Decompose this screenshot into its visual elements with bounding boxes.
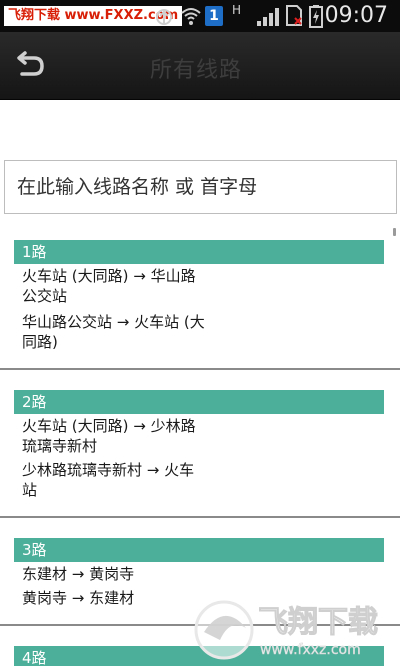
scrollbar-thumb[interactable] xyxy=(393,228,396,236)
route-header-2[interactable]: 2路 xyxy=(14,390,384,414)
watermark-brand: 飞翔下载 xyxy=(8,8,61,23)
route-name: 2路 xyxy=(22,393,47,411)
route-2-direction-2[interactable]: 少林路琉璃寺新村 → 火车 站 xyxy=(22,460,232,500)
page-title: 所有线路 xyxy=(150,58,243,83)
signal-icon xyxy=(257,8,279,26)
sim-badge-number: 1 xyxy=(209,8,219,24)
direction-text: 站 xyxy=(22,481,38,499)
route-2-direction-1[interactable]: 火车站 (大同路) → 少林路 琉璃寺新村 xyxy=(22,416,232,456)
direction-text: 火车站 (大同路) → 少林路 xyxy=(22,417,196,435)
status-bar: 飞翔下载 www.FXXZ.com 1 H 09:07 xyxy=(0,0,400,32)
route-name: 4路 xyxy=(22,649,47,666)
direction-text: 同路) xyxy=(22,333,58,351)
direction-text: 公交站 xyxy=(22,287,68,305)
direction-text: 华山路公交站 → 火车站 (大 xyxy=(22,313,205,331)
route-divider xyxy=(0,368,400,370)
search-box[interactable] xyxy=(4,160,397,214)
action-bar: 所有线路 xyxy=(0,32,400,100)
usb-icon xyxy=(156,9,172,25)
direction-text: 东建材 → 黄岗寺 xyxy=(22,565,135,583)
watermark-logo-url: www.fxxz.com xyxy=(260,642,361,658)
search-input[interactable] xyxy=(5,161,396,213)
sim-badge-icon: 1 xyxy=(205,6,223,26)
direction-text: 琉璃寺新村 xyxy=(22,437,98,455)
network-type-label: H xyxy=(232,3,242,17)
route-name: 3路 xyxy=(22,541,47,559)
route-header-3[interactable]: 3路 xyxy=(14,538,384,562)
route-name: 1路 xyxy=(22,243,47,261)
no-sim-icon xyxy=(286,5,302,26)
route-1-direction-2[interactable]: 华山路公交站 → 火车站 (大 同路) xyxy=(22,312,232,352)
direction-text: 少林路琉璃寺新村 → 火车 xyxy=(22,461,195,479)
route-divider xyxy=(0,516,400,518)
watermark-logo: 飞翔下载 www.fxxz.com xyxy=(194,600,379,660)
battery-charging-icon xyxy=(309,5,323,28)
route-3-direction-1[interactable]: 东建材 → 黄岗寺 xyxy=(22,564,232,584)
wifi-icon xyxy=(181,8,201,25)
route-1-direction-1[interactable]: 火车站 (大同路) → 华山路 公交站 xyxy=(22,266,232,306)
direction-text: 火车站 (大同路) → 华山路 xyxy=(22,267,196,285)
back-icon[interactable] xyxy=(12,50,48,82)
watermark-logo-brand: 飞翔下载 xyxy=(258,605,378,640)
clock: 09:07 xyxy=(324,3,388,28)
route-header-1[interactable]: 1路 xyxy=(14,240,384,264)
